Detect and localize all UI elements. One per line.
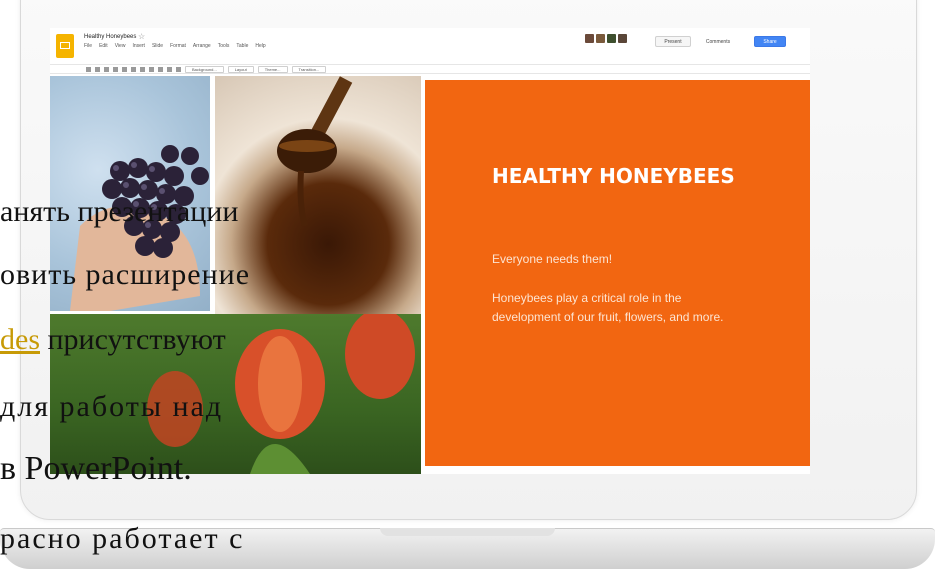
menu-table[interactable]: Table — [236, 43, 248, 49]
overlay-text-line: для работы над — [0, 390, 224, 423]
paint-format-icon[interactable] — [113, 66, 118, 72]
shape-icon[interactable] — [158, 66, 163, 72]
avatar[interactable] — [607, 34, 616, 43]
redo-icon[interactable] — [104, 66, 109, 72]
app-titlebar: Healthy Honeybees ☆ File Edit View Inser… — [50, 28, 810, 62]
slides-logo-icon[interactable] — [56, 34, 74, 58]
share-button[interactable]: Share — [754, 36, 786, 47]
overlay-text-fragment: присутствуют — [40, 323, 226, 356]
comments-button[interactable]: Comments — [698, 36, 738, 47]
collaborator-avatars — [585, 34, 627, 43]
menu-edit[interactable]: Edit — [99, 43, 108, 49]
undo-icon[interactable] — [95, 66, 100, 72]
overlay-text-line: расно работает с — [0, 522, 245, 555]
document-title[interactable]: Healthy Honeybees — [84, 34, 136, 40]
textbox-icon[interactable] — [140, 66, 145, 72]
slide-subtitle[interactable]: Everyone needs them! — [492, 252, 612, 266]
line-icon[interactable] — [167, 66, 172, 72]
menu-file[interactable]: File — [84, 43, 92, 49]
menu-view[interactable]: View — [115, 43, 126, 49]
comment-icon[interactable] — [176, 66, 181, 72]
overlay-text-line: овить расширение — [0, 258, 251, 291]
menu-arrange[interactable]: Arrange — [193, 43, 211, 49]
menu-help[interactable]: Help — [255, 43, 265, 49]
overlay-text-line: анять презентации — [0, 195, 239, 228]
avatar[interactable] — [585, 34, 594, 43]
overlay-text-line: в PowerPoint. — [0, 450, 192, 487]
menu-insert[interactable]: Insert — [132, 43, 145, 49]
avatar[interactable] — [596, 34, 605, 43]
add-icon[interactable] — [86, 66, 91, 72]
image-icon[interactable] — [149, 66, 154, 72]
theme-button[interactable]: Theme... — [257, 65, 288, 73]
menu-slide[interactable]: Slide — [152, 43, 163, 49]
laptop-base-groove — [380, 528, 555, 536]
select-icon[interactable] — [131, 66, 136, 72]
slide-title[interactable]: HEALTHY HONEYBEES — [492, 162, 752, 190]
avatar[interactable] — [618, 34, 627, 43]
menu-bar: File Edit View Insert Slide Format Arran… — [84, 43, 266, 49]
menu-format[interactable]: Format — [170, 43, 186, 49]
star-icon[interactable]: ☆ — [138, 32, 145, 41]
menu-tools[interactable]: Tools — [218, 43, 230, 49]
zoom-icon[interactable] — [122, 66, 127, 72]
slide-body-text[interactable]: Honeybees play a critical role in the de… — [492, 289, 742, 327]
title-panel[interactable]: HEALTHY HONEYBEES Everyone needs them! H… — [425, 80, 810, 466]
editor-toolbar: Background... Layout Theme... Transition… — [50, 64, 810, 74]
slides-link[interactable]: des — [0, 323, 40, 356]
layout-button[interactable]: Layout — [227, 65, 254, 73]
transition-button[interactable]: Transition... — [291, 65, 327, 73]
overlay-text-line: des присутствуют — [0, 323, 226, 357]
present-button[interactable]: Present — [655, 36, 691, 47]
background-button[interactable]: Background... — [185, 65, 224, 73]
